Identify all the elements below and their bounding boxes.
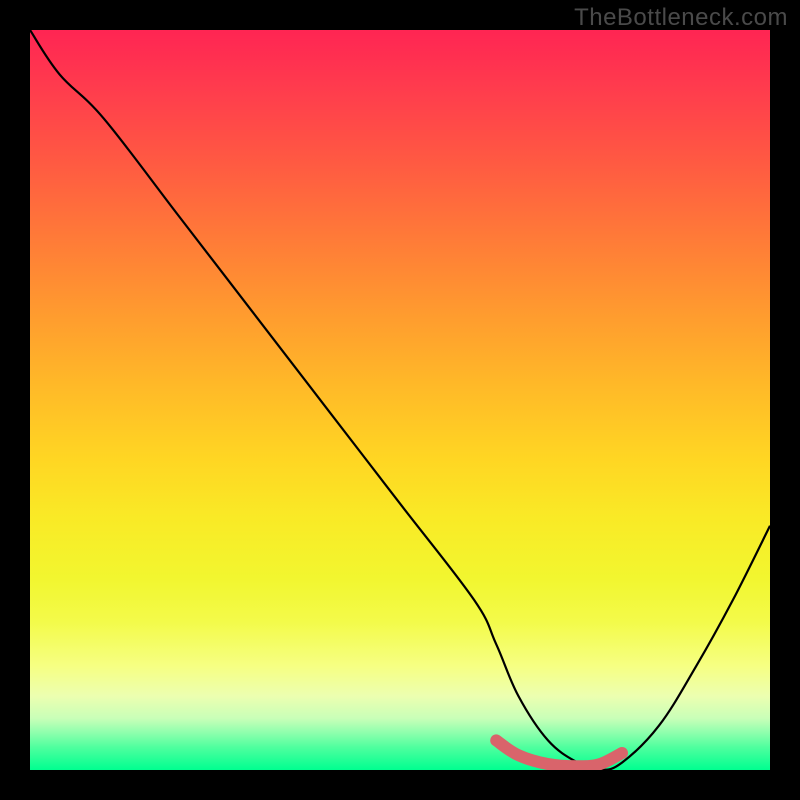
bottleneck-curve xyxy=(30,30,770,770)
plot-area xyxy=(30,30,770,770)
watermark-text: TheBottleneck.com xyxy=(574,4,788,32)
chart-svg xyxy=(30,30,770,770)
optimal-range-highlight xyxy=(496,740,622,766)
